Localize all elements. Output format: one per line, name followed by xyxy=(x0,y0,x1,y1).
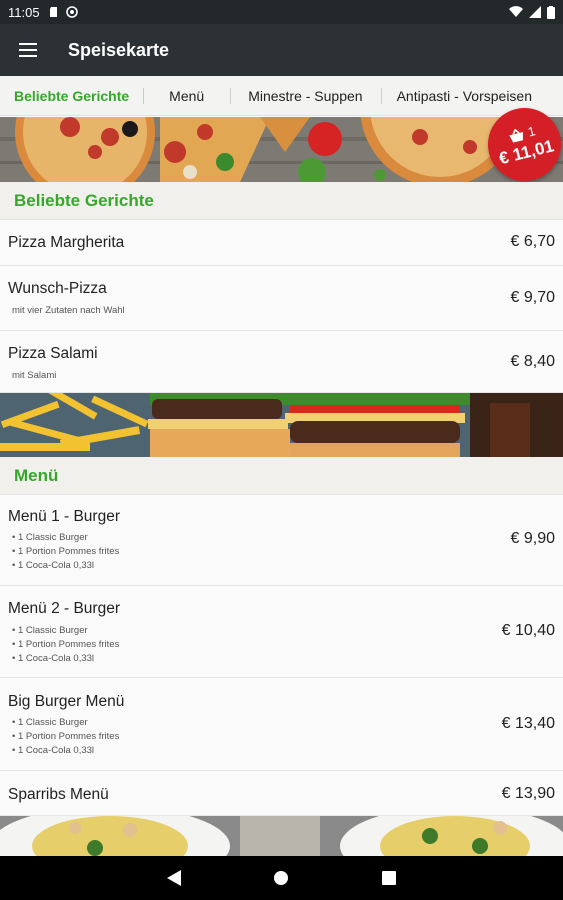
back-icon[interactable] xyxy=(166,870,181,886)
battery-icon xyxy=(547,5,555,19)
item-name: Menü 1 - Burger xyxy=(8,508,120,525)
menu-item[interactable]: Pizza Margherita € 6,70 xyxy=(0,220,563,266)
hamburger-icon xyxy=(19,43,37,57)
cart-total: € 11,01 xyxy=(497,136,556,169)
notification-icon xyxy=(65,6,78,18)
sd-card-icon xyxy=(49,7,57,17)
item-price: € 10,40 xyxy=(501,622,555,639)
pizza-banner-image xyxy=(0,117,563,182)
category-tabs: Beliebte Gerichte Menü Minestre - Suppen… xyxy=(0,76,563,116)
item-name: Big Burger Menü xyxy=(8,693,125,710)
item-price: € 13,40 xyxy=(501,715,555,732)
item-price: € 6,70 xyxy=(510,233,555,250)
item-description: mit Salami xyxy=(12,370,57,381)
item-name: Menü 2 - Burger xyxy=(8,600,120,617)
item-description: • 1 Classic Burger xyxy=(12,532,88,543)
item-price: € 9,70 xyxy=(510,289,555,306)
section-title-menu: Menü xyxy=(0,457,563,495)
cart-count: 1 xyxy=(526,123,537,140)
status-time: 11:05 xyxy=(8,4,40,20)
menu-item[interactable]: Sparribs Menü € 13,90 xyxy=(0,771,563,816)
section-title-beliebte-gerichte: Beliebte Gerichte xyxy=(0,182,563,220)
menu-button[interactable] xyxy=(0,24,56,76)
tab-beliebte-gerichte[interactable]: Beliebte Gerichte xyxy=(0,76,143,115)
status-bar: 11:05 xyxy=(0,0,563,24)
menu-item[interactable]: Menü 1 - Burger • 1 Classic Burger • 1 P… xyxy=(0,495,563,586)
recents-icon[interactable] xyxy=(382,871,397,885)
item-name: Pizza Margherita xyxy=(8,234,125,251)
item-price: € 8,40 xyxy=(510,353,555,370)
basket-icon xyxy=(509,128,523,143)
item-description: • 1 Classic Burger xyxy=(12,625,88,636)
item-description: • 1 Portion Pommes frites xyxy=(12,639,120,650)
item-description: • 1 Coca-Cola 0,33l xyxy=(12,745,95,756)
item-description: • 1 Portion Pommes frites xyxy=(12,731,120,742)
item-description: • 1 Portion Pommes frites xyxy=(12,546,120,557)
item-description: • 1 Classic Burger xyxy=(12,717,88,728)
tab-minestre-suppen[interactable]: Minestre - Suppen xyxy=(230,76,380,115)
system-nav-bar xyxy=(0,856,563,900)
app-bar: Speisekarte xyxy=(0,24,563,76)
item-description: mit vier Zutaten nach Wahl xyxy=(12,305,125,316)
soup-banner-image xyxy=(0,816,563,856)
item-description: • 1 Coca-Cola 0,33l xyxy=(12,560,95,571)
wifi-icon xyxy=(509,6,523,18)
burger-banner-image xyxy=(0,393,563,457)
signal-icon xyxy=(529,6,541,18)
tab-menu[interactable]: Menü xyxy=(143,76,230,115)
menu-item[interactable]: Pizza Salami mit Salami € 8,40 xyxy=(0,331,563,393)
menu-item[interactable]: Menü 2 - Burger • 1 Classic Burger • 1 P… xyxy=(0,586,563,678)
home-icon[interactable] xyxy=(274,871,289,885)
page-title: Speisekarte xyxy=(68,39,170,60)
item-price: € 9,90 xyxy=(510,530,555,547)
item-name: Wunsch-Pizza xyxy=(8,280,107,297)
menu-item[interactable]: Wunsch-Pizza mit vier Zutaten nach Wahl … xyxy=(0,266,563,331)
item-name: Sparribs Menü xyxy=(8,786,109,803)
item-name: Pizza Salami xyxy=(8,345,98,362)
item-description: • 1 Coca-Cola 0,33l xyxy=(12,653,95,664)
menu-item[interactable]: Big Burger Menü • 1 Classic Burger • 1 P… xyxy=(0,678,563,771)
item-price: € 13,90 xyxy=(501,785,555,802)
